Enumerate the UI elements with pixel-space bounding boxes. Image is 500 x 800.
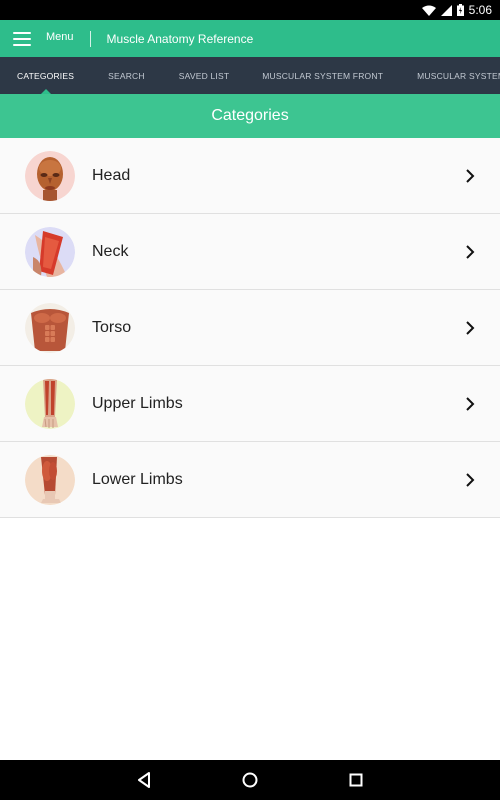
back-button[interactable]	[91, 760, 197, 800]
head-anatomy-icon	[25, 150, 75, 201]
recents-square-icon	[349, 773, 363, 787]
category-label: Torso	[92, 318, 132, 336]
home-circle-icon	[242, 772, 258, 788]
tab-muscular-system-back[interactable]: MUSCULAR SYSTEM BA	[417, 57, 500, 94]
section-header: Categories	[0, 94, 500, 138]
category-item-neck[interactable]: Neck	[0, 214, 500, 290]
system-nav-bar	[0, 760, 500, 800]
menu-label[interactable]: Menu	[46, 31, 74, 43]
category-label: Lower Limbs	[92, 470, 183, 488]
tab-categories[interactable]: CATEGORIES	[17, 57, 74, 94]
upper-limbs-anatomy-icon	[25, 378, 75, 429]
signal-icon	[440, 4, 452, 16]
chevron-right-icon	[466, 396, 475, 411]
home-button[interactable]	[197, 760, 303, 800]
status-time: 5:06	[468, 3, 492, 17]
app-bar: Menu Muscle Anatomy Reference	[0, 20, 500, 57]
category-item-torso[interactable]: Torso	[0, 290, 500, 366]
status-bar: 5:06	[0, 0, 500, 20]
category-list: Head Neck Torso Upper Limbs Lower Limbs	[0, 138, 500, 518]
category-label: Neck	[92, 242, 129, 260]
neck-anatomy-icon	[25, 226, 75, 277]
section-title: Categories	[211, 107, 289, 124]
lower-limbs-anatomy-icon	[25, 454, 75, 505]
tab-saved-list[interactable]: SAVED LIST	[179, 57, 230, 94]
hamburger-menu-icon[interactable]	[13, 31, 31, 46]
category-label: Head	[92, 166, 131, 184]
chevron-right-icon	[466, 320, 475, 335]
app-bar-divider	[89, 30, 91, 47]
back-triangle-icon	[138, 772, 150, 788]
wifi-icon	[421, 5, 436, 16]
category-label: Upper Limbs	[92, 394, 183, 412]
battery-icon	[456, 4, 464, 16]
chevron-right-icon	[466, 168, 475, 183]
category-item-head[interactable]: Head	[0, 138, 500, 214]
tab-muscular-system-front[interactable]: MUSCULAR SYSTEM FRONT	[262, 57, 383, 94]
torso-anatomy-icon	[25, 302, 75, 353]
category-item-lower-limbs[interactable]: Lower Limbs	[0, 442, 500, 518]
category-item-upper-limbs[interactable]: Upper Limbs	[0, 366, 500, 442]
tab-bar: CATEGORIES SEARCH SAVED LIST MUSCULAR SY…	[0, 57, 500, 94]
chevron-right-icon	[466, 472, 475, 487]
tab-search[interactable]: SEARCH	[108, 57, 145, 94]
app-title: Muscle Anatomy Reference	[106, 31, 254, 46]
chevron-right-icon	[466, 244, 475, 259]
recents-button[interactable]	[303, 760, 409, 800]
